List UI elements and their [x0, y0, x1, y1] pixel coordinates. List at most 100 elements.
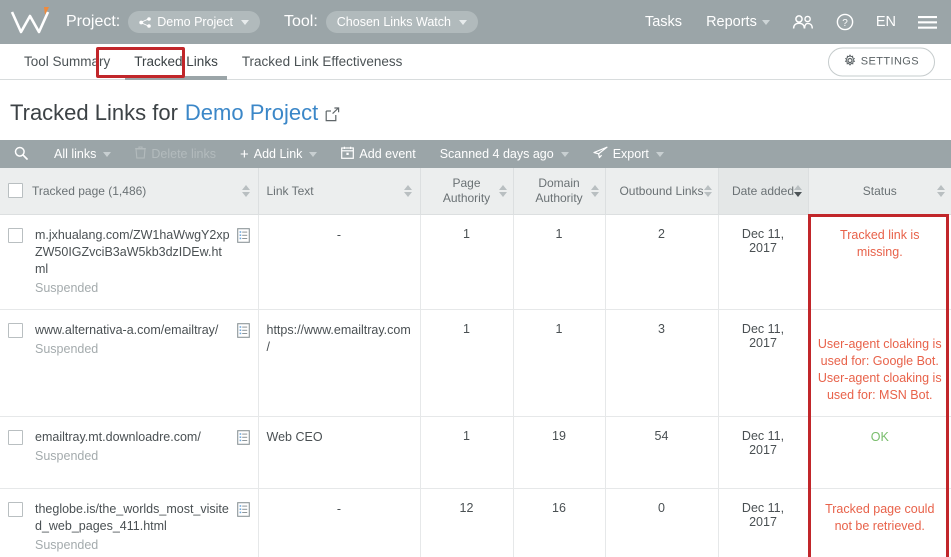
- column-header-outbound-links[interactable]: Outbound Links: [605, 168, 719, 215]
- chevron-down-icon: [560, 151, 569, 157]
- row-url-line[interactable]: theglobe.is/the_worlds_: [35, 502, 166, 516]
- hamburger-menu-icon[interactable]: [918, 15, 937, 30]
- cell-domain-authority: 1: [513, 309, 606, 417]
- tool-selector[interactable]: Chosen Links Watch: [325, 11, 478, 33]
- add-event-button[interactable]: Add event: [329, 140, 427, 168]
- sort-control[interactable]: [937, 184, 945, 197]
- tab-tracked-links-label: Tracked Links: [134, 54, 218, 69]
- search-button[interactable]: [10, 140, 42, 168]
- page-details-icon[interactable]: [236, 501, 250, 520]
- project-selector[interactable]: Demo Project: [128, 11, 260, 33]
- cell-tracked-page: emailtray.mt.downloadre.com/ Suspended: [0, 416, 259, 489]
- cell-status: Tracked page could not be retrieved.: [808, 488, 951, 557]
- row-state: Suspended: [35, 341, 99, 356]
- scanned-selector[interactable]: Scanned 4 days ago: [428, 140, 581, 168]
- cell-outbound-links: 2: [605, 214, 719, 310]
- search-icon: [14, 146, 28, 163]
- row-checkbox[interactable]: [8, 322, 23, 338]
- cell-page-authority: 12: [420, 488, 514, 557]
- settings-button-label: SETTINGS: [860, 55, 919, 68]
- export-button[interactable]: Export: [581, 140, 676, 168]
- tab-tool-summary[interactable]: Tool Summary: [12, 44, 122, 79]
- language-label: EN: [875, 14, 896, 30]
- column-header-tracked-page[interactable]: Tracked page (1,486): [0, 168, 259, 215]
- row-state: Suspended: [35, 537, 99, 552]
- column-header-page-authority[interactable]: Page Authority: [420, 168, 514, 215]
- tab-tracked-link-effectiveness-label: Tracked Link Effectiveness: [241, 54, 403, 69]
- app-logo[interactable]: [8, 5, 54, 39]
- row-url-line[interactable]: a.com/emailtray/: [127, 323, 219, 337]
- row-checkbox[interactable]: [8, 501, 23, 517]
- gear-icon: [844, 53, 856, 69]
- filter-all-links-label: All links: [54, 147, 97, 161]
- delete-links-label: Delete links: [151, 147, 216, 161]
- page-details-icon[interactable]: [236, 227, 250, 246]
- help-icon[interactable]: ?: [836, 13, 854, 31]
- page-details-icon[interactable]: [236, 322, 250, 341]
- page-details-icon[interactable]: [236, 429, 250, 448]
- filter-all-links[interactable]: All links: [42, 140, 123, 168]
- row-url-line[interactable]: emailtray.mt.downloadre.co: [35, 430, 187, 444]
- row-checkbox[interactable]: [8, 227, 23, 243]
- cell-domain-authority: 1: [513, 214, 606, 310]
- row-link-text: Web CEO: [266, 429, 323, 444]
- row-url-line[interactable]: m.jxhualang.com/ZW1ha: [35, 228, 173, 242]
- column-header-outbound-links-label: Outbound Links: [619, 183, 704, 198]
- column-header-date-added[interactable]: Date added: [718, 168, 809, 215]
- add-link-button[interactable]: + Add Link: [228, 140, 329, 168]
- row-link-text: -: [336, 227, 342, 242]
- add-link-label: Add Link: [253, 147, 303, 161]
- tab-tool-summary-label: Tool Summary: [24, 54, 111, 69]
- svg-text:?: ?: [842, 18, 848, 29]
- page-title-project-link[interactable]: Demo Project: [185, 100, 318, 126]
- cell-date-added: Dec 11, 2017: [718, 309, 809, 417]
- page-title-prefix: Tracked Links for: [10, 100, 178, 125]
- delete-links-button: Delete links: [123, 140, 228, 168]
- column-header-domain-authority[interactable]: Domain Authority: [513, 168, 606, 215]
- column-header-domain-authority-line1: Domain: [538, 176, 580, 191]
- column-header-link-text[interactable]: Link Text: [258, 168, 421, 215]
- row-url-line[interactable]: www.alternativa-: [35, 323, 127, 337]
- page-title: Tracked Links for Demo Project: [0, 80, 951, 140]
- cell-tracked-page: theglobe.is/the_worlds_most_visited_web_…: [0, 488, 259, 557]
- column-header-tracked-page-label: Tracked page (1,486): [32, 183, 147, 198]
- sort-control[interactable]: [241, 184, 250, 197]
- cell-link-text: -: [258, 488, 421, 557]
- cell-outbound-links: 54: [605, 416, 719, 489]
- cell-domain-authority: 19: [513, 416, 606, 489]
- sort-control[interactable]: [498, 184, 507, 197]
- sort-control[interactable]: [403, 184, 412, 197]
- scanned-label: Scanned 4 days ago: [439, 147, 554, 161]
- column-header-status[interactable]: Status: [808, 168, 951, 215]
- row-url-line[interactable]: m/: [187, 430, 201, 444]
- tracked-links-table-wrap: Tracked page (1,486) Link Text Page Auth…: [0, 168, 951, 557]
- project-label: Project:: [66, 13, 121, 30]
- chevron-down-icon: [458, 19, 467, 25]
- cell-status: Tracked link is missing.: [808, 214, 951, 310]
- project-selector-value: Demo Project: [157, 15, 233, 29]
- cell-domain-authority: 16: [513, 488, 606, 557]
- language-selector[interactable]: EN: [876, 14, 896, 30]
- sort-control[interactable]: [703, 184, 712, 197]
- sort-control-active[interactable]: [793, 184, 802, 197]
- cell-status: OK: [808, 416, 951, 489]
- nav-tasks[interactable]: Tasks: [645, 14, 682, 30]
- settings-button[interactable]: SETTINGS: [827, 47, 935, 76]
- row-url-line[interactable]: _411.html: [113, 519, 167, 533]
- table-row: www.alternativa-a.com/emailtray/ Suspend…: [0, 309, 951, 417]
- cell-outbound-links: 0: [605, 488, 719, 557]
- select-all-checkbox[interactable]: [8, 183, 23, 199]
- tab-tracked-link-effectiveness[interactable]: Tracked Link Effectiveness: [230, 44, 415, 79]
- cell-tracked-page: m.jxhualang.com/ZW1haWwgY2xpZW50IGZvciB3…: [0, 214, 259, 310]
- users-icon[interactable]: [792, 14, 814, 30]
- chevron-down-icon: [761, 19, 770, 25]
- sort-control[interactable]: [590, 184, 599, 197]
- external-link-icon[interactable]: [325, 102, 340, 128]
- tracked-links-table: Tracked page (1,486) Link Text Page Auth…: [0, 168, 951, 557]
- cell-date-added: Dec 11, 2017: [718, 416, 809, 489]
- export-label: Export: [612, 147, 649, 161]
- tab-tracked-links[interactable]: Tracked Links: [122, 44, 230, 80]
- table-header-row: Tracked page (1,486) Link Text Page Auth…: [0, 168, 951, 215]
- nav-reports[interactable]: Reports: [706, 14, 770, 30]
- row-checkbox[interactable]: [8, 429, 23, 445]
